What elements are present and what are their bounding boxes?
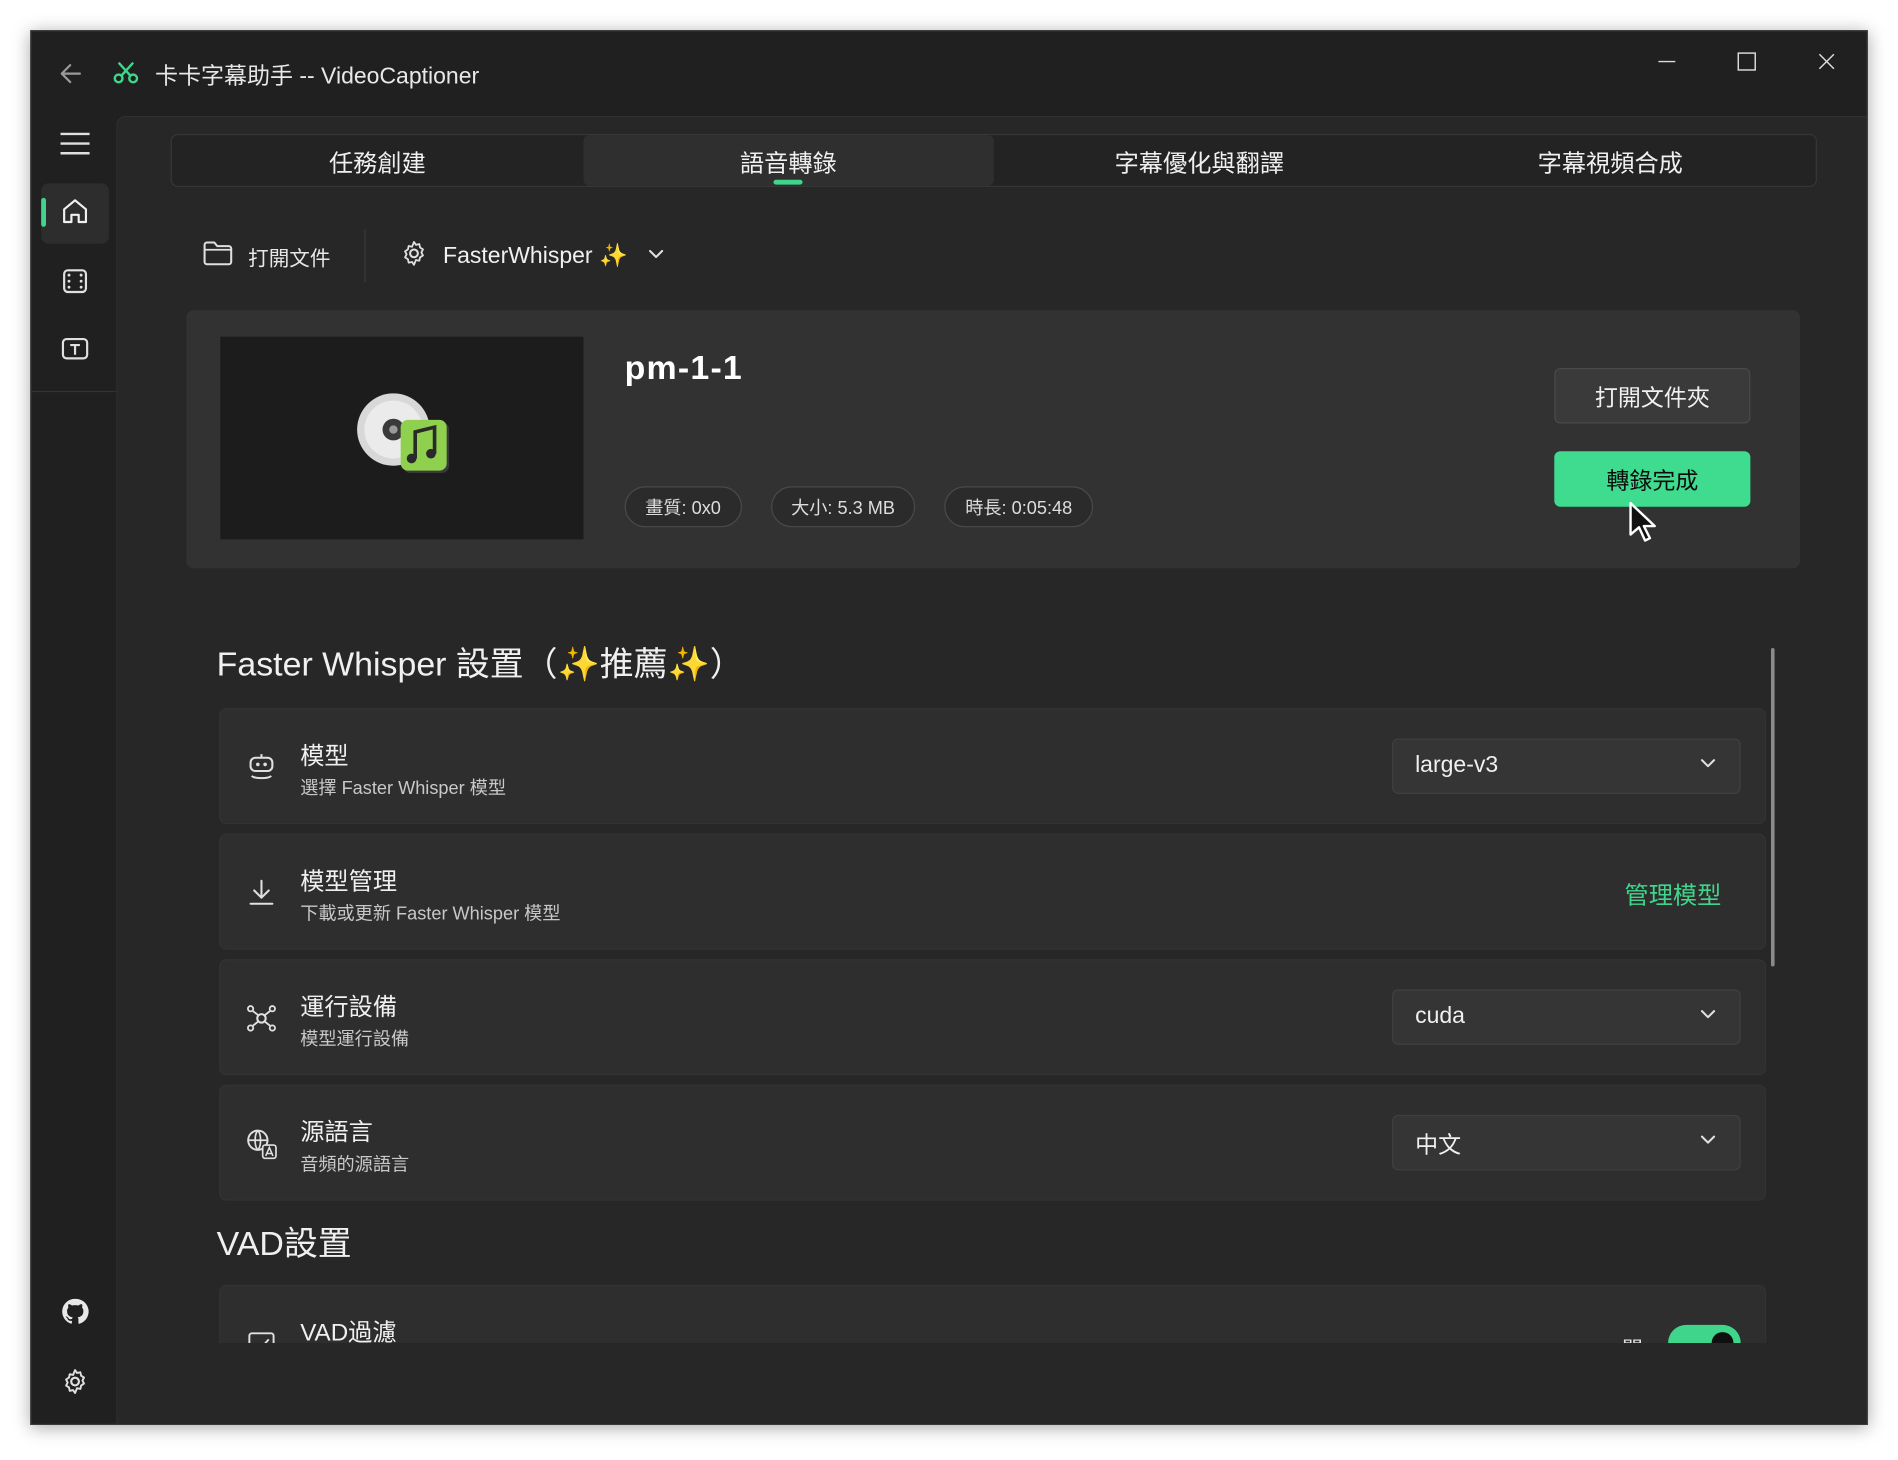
dropdown-value: large-v3 bbox=[1415, 752, 1499, 779]
manage-models-button[interactable]: 管理模型 bbox=[1624, 876, 1721, 911]
setting-description: 模型運行設備 bbox=[300, 1029, 410, 1050]
setting-description: 選擇 Faster Whisper 模型 bbox=[300, 778, 507, 799]
text-box-icon bbox=[61, 334, 90, 369]
setting-description: 音頻的源語言 bbox=[300, 1154, 410, 1176]
device-dropdown[interactable]: cuda bbox=[1392, 989, 1741, 1045]
minimize-button[interactable] bbox=[1639, 43, 1695, 79]
settings-button[interactable] bbox=[41, 1354, 109, 1414]
setting-title: 模型管理 bbox=[300, 868, 398, 896]
film-icon bbox=[61, 266, 90, 301]
gear-icon bbox=[61, 1366, 90, 1401]
settings-scroll-area[interactable]: Faster Whisper 設置（✨推薦✨） 模型 選擇 Faster Whi… bbox=[117, 117, 1866, 1343]
setting-description: 下載或更新 Faster Whisper 模型 bbox=[300, 903, 561, 925]
scissors-logo-icon bbox=[111, 58, 140, 87]
home-icon bbox=[61, 196, 90, 231]
sidebar-active-indicator bbox=[41, 197, 46, 227]
setting-row-source-language: 源語言 音頻的源語言 中文 bbox=[219, 1084, 1767, 1201]
section-title-whisper: Faster Whisper 設置（✨推薦✨） bbox=[216, 645, 744, 683]
checkbox-icon bbox=[245, 1327, 279, 1343]
sidebar-item-home[interactable] bbox=[41, 183, 109, 244]
app-window: 卡卡字幕助手 -- VideoCaptioner 任務創建 語音轉錄 字幕優化與… bbox=[30, 30, 1868, 1425]
robot-icon bbox=[245, 751, 279, 785]
window-title: 卡卡字幕助手 -- VideoCaptioner bbox=[154, 63, 480, 90]
back-arrow-icon[interactable] bbox=[56, 58, 87, 89]
setting-title: 源語言 bbox=[300, 1119, 373, 1147]
sidebar-item-subtitle[interactable] bbox=[41, 321, 109, 381]
maximize-button[interactable] bbox=[1719, 43, 1775, 79]
toggle-state-label: 開 bbox=[1622, 1332, 1643, 1343]
language-icon bbox=[245, 1127, 279, 1161]
close-button[interactable] bbox=[1799, 43, 1855, 79]
setting-title: 運行設備 bbox=[300, 994, 398, 1021]
model-dropdown[interactable]: large-v3 bbox=[1392, 738, 1741, 794]
dropdown-value: cuda bbox=[1415, 1003, 1465, 1030]
vad-filter-toggle[interactable] bbox=[1668, 1324, 1741, 1343]
chevron-down-icon bbox=[1698, 1129, 1717, 1156]
toggle-knob bbox=[1711, 1332, 1734, 1343]
source-language-dropdown[interactable]: 中文 bbox=[1392, 1114, 1741, 1171]
sidebar bbox=[31, 116, 117, 1424]
setting-row-model-management: 模型管理 下載或更新 Faster Whisper 模型 管理模型 bbox=[219, 833, 1767, 950]
vertical-scrollbar[interactable] bbox=[1770, 647, 1775, 967]
github-button[interactable] bbox=[41, 1284, 109, 1344]
setting-title: 模型 bbox=[300, 743, 349, 770]
setting-row-vad-filter: VAD過濾 開 bbox=[219, 1285, 1767, 1343]
chevron-down-icon bbox=[1698, 1004, 1717, 1031]
menu-toggle-button[interactable] bbox=[41, 116, 109, 176]
chevron-down-icon bbox=[1698, 753, 1717, 780]
setting-title: VAD過濾 bbox=[300, 1320, 397, 1343]
setting-row-device: 運行設備 模型運行設備 cuda bbox=[219, 959, 1767, 1076]
sidebar-item-video[interactable] bbox=[41, 253, 109, 313]
main-content: 任務創建 語音轉錄 字幕優化與翻譯 字幕視頻合成 打開文件 FasterWhis… bbox=[116, 115, 1867, 1424]
setting-row-model: 模型 選擇 Faster Whisper 模型 large-v3 bbox=[219, 708, 1767, 825]
title-bar: 卡卡字幕助手 -- VideoCaptioner bbox=[31, 31, 1866, 115]
dropdown-value: 中文 bbox=[1415, 1132, 1462, 1158]
hamburger-menu-icon bbox=[59, 131, 90, 161]
sidebar-divider bbox=[31, 390, 117, 393]
download-icon bbox=[245, 876, 279, 910]
section-title-vad: VAD設置 bbox=[216, 1224, 352, 1263]
device-icon bbox=[245, 1001, 279, 1035]
github-icon bbox=[61, 1296, 90, 1331]
